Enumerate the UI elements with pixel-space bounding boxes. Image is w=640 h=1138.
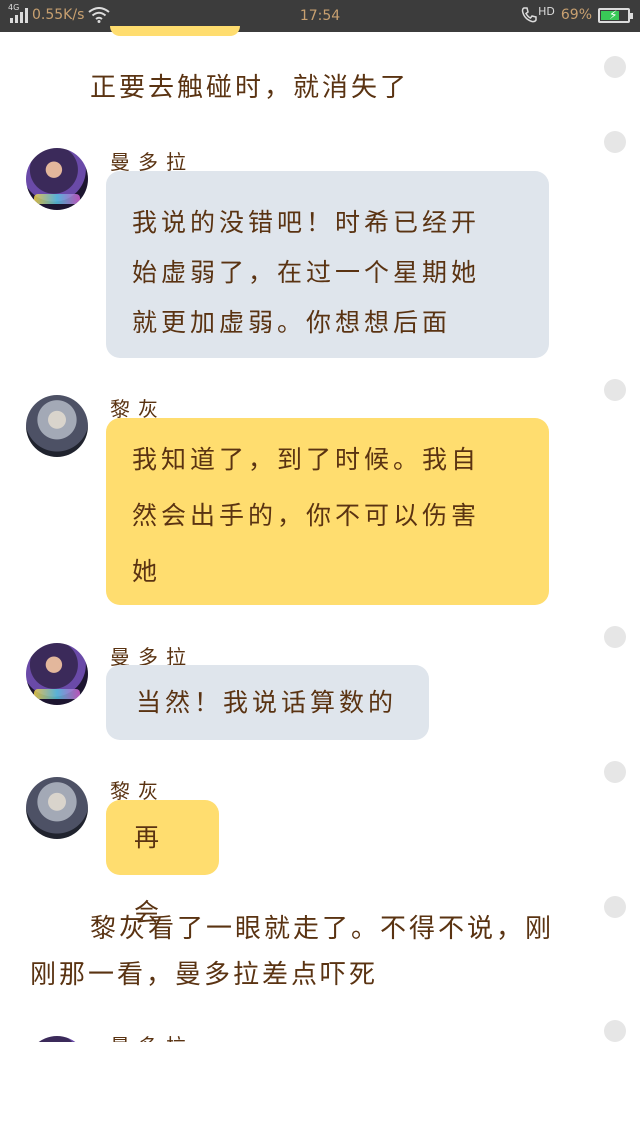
read-dot[interactable] — [604, 1020, 626, 1042]
speaker-name: 曼多拉 — [110, 1030, 194, 1042]
chat-message: 曼多拉 — [0, 0, 640, 1042]
avatar-mandola[interactable] — [26, 1036, 88, 1042]
